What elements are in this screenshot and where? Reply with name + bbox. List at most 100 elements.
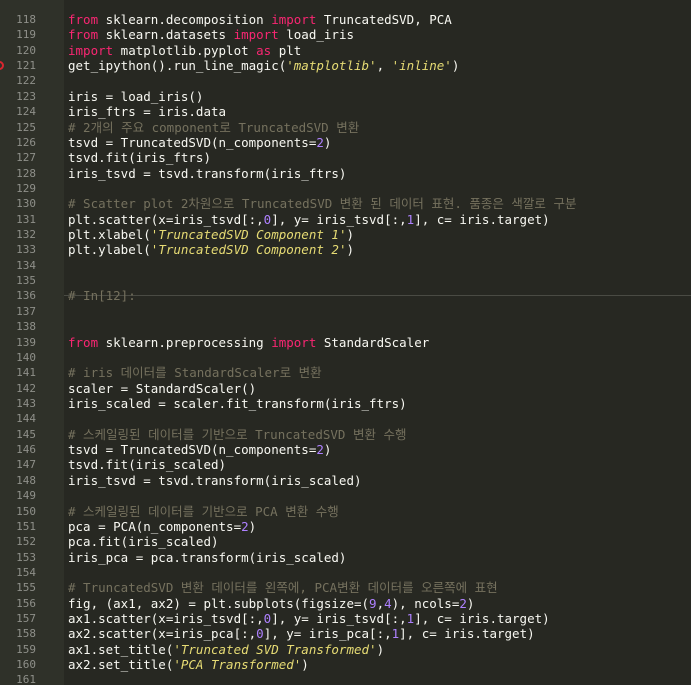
line-number: 158 bbox=[16, 627, 36, 641]
line-number: 148 bbox=[16, 473, 36, 487]
code-text[interactable]: pca.fit(iris_scaled) bbox=[68, 534, 219, 549]
code-line[interactable]: 144 bbox=[0, 411, 691, 426]
code-line[interactable]: 145 # 스케일링된 데이터를 기반으로 TruncatedSVD 변환 수행 bbox=[0, 427, 691, 442]
line-number: 126 bbox=[16, 135, 36, 149]
code-line[interactable]: 141 # iris 데이터를 StandardScaler로 변환 bbox=[0, 365, 691, 380]
code-lines[interactable]: 118 from sklearn.decomposition import Tru… bbox=[0, 12, 691, 685]
code-text[interactable]: from sklearn.decomposition import Trunca… bbox=[68, 12, 452, 27]
code-text[interactable]: # TruncatedSVD 변환 데이터를 왼쪽에, PCA변환 데이터를 오… bbox=[68, 580, 498, 595]
code-line[interactable]: 127 tsvd.fit(iris_ftrs) bbox=[0, 150, 691, 165]
code-token: # In[12]: bbox=[68, 288, 136, 304]
code-line[interactable]: 133 plt.ylabel('TruncatedSVD Component 2'… bbox=[0, 242, 691, 257]
code-line[interactable]: 142 scaler = StandardScaler() bbox=[0, 381, 691, 396]
code-text[interactable]: tsvd = TruncatedSVD(n_components=2) bbox=[68, 442, 331, 457]
code-token: iris_tsvd = tsvd.transform(iris_ftrs) bbox=[68, 165, 347, 181]
code-line[interactable]: 122 bbox=[0, 73, 691, 88]
code-text[interactable]: iris_ftrs = iris.data bbox=[68, 104, 226, 119]
code-line[interactable]: 130 # Scatter plot 2차원으로 TruncatedSVD 변환 … bbox=[0, 196, 691, 211]
code-line[interactable]: 126 tsvd = TruncatedSVD(n_components=2) bbox=[0, 135, 691, 150]
code-line[interactable]: 154 bbox=[0, 565, 691, 580]
code-token: 2 bbox=[316, 442, 324, 458]
code-text[interactable]: ax1.set_title('Truncated SVD Transformed… bbox=[68, 642, 384, 657]
code-text[interactable]: ax2.set_title('PCA Transformed') bbox=[68, 657, 309, 672]
code-line[interactable]: 118 from sklearn.decomposition import Tru… bbox=[0, 12, 691, 27]
line-number: 122 bbox=[16, 74, 36, 88]
code-token: ) bbox=[451, 58, 460, 74]
line-number: 121 bbox=[16, 59, 36, 73]
code-text[interactable]: # In[12]: bbox=[68, 288, 136, 303]
code-text[interactable]: ax2.scatter(x=iris_pca[:,0], y= iris_pca… bbox=[68, 626, 535, 641]
code-text[interactable]: plt.ylabel('TruncatedSVD Component 2') bbox=[68, 242, 354, 257]
code-text[interactable]: pca = PCA(n_components=2) bbox=[68, 519, 256, 534]
line-number: 137 bbox=[16, 304, 36, 318]
code-token: ) bbox=[248, 518, 257, 534]
code-text[interactable]: plt.xlabel('TruncatedSVD Component 1') bbox=[68, 227, 354, 242]
code-line[interactable]: 123 iris = load_iris() bbox=[0, 89, 691, 104]
code-line[interactable]: 139 from sklearn.preprocessing import Sta… bbox=[0, 335, 691, 350]
code-text[interactable]: # iris 데이터를 StandardScaler로 변환 bbox=[68, 365, 322, 380]
code-line[interactable]: 161 bbox=[0, 672, 691, 685]
code-line[interactable]: 136 # In[12]: bbox=[0, 288, 691, 303]
code-text[interactable]: from sklearn.datasets import load_iris bbox=[68, 27, 354, 42]
code-text[interactable]: # Scatter plot 2차원으로 TruncatedSVD 변환 된 데… bbox=[68, 196, 576, 211]
code-line[interactable]: 134 bbox=[0, 258, 691, 273]
code-line[interactable]: 128 iris_tsvd = tsvd.transform(iris_ftrs) bbox=[0, 166, 691, 181]
code-line[interactable]: 149 bbox=[0, 488, 691, 503]
code-text[interactable]: ax1.scatter(x=iris_tsvd[:,0], y= iris_ts… bbox=[68, 611, 550, 626]
code-line[interactable]: 143 iris_scaled = scaler.fit_transform(ir… bbox=[0, 396, 691, 411]
code-text[interactable]: iris_tsvd = tsvd.transform(iris_scaled) bbox=[68, 473, 362, 488]
code-line[interactable]: 120 import matplotlib.pyplot as plt bbox=[0, 43, 691, 58]
code-text[interactable]: tsvd = TruncatedSVD(n_components=2) bbox=[68, 135, 331, 150]
code-text[interactable]: tsvd.fit(iris_ftrs) bbox=[68, 150, 211, 165]
code-line[interactable]: 146 tsvd = TruncatedSVD(n_components=2) bbox=[0, 442, 691, 457]
code-line[interactable]: 135 bbox=[0, 273, 691, 288]
code-text[interactable]: iris = load_iris() bbox=[68, 89, 203, 104]
code-line[interactable]: 147 tsvd.fit(iris_scaled) bbox=[0, 457, 691, 472]
code-line[interactable]: 129 bbox=[0, 181, 691, 196]
code-text[interactable]: iris_scaled = scaler.fit_transform(iris_… bbox=[68, 396, 407, 411]
code-text[interactable]: from sklearn.preprocessing import Standa… bbox=[68, 335, 429, 350]
code-line[interactable]: 159 ax1.set_title('Truncated SVD Transfor… bbox=[0, 642, 691, 657]
code-token: plt bbox=[271, 42, 302, 58]
code-line[interactable]: 152 pca.fit(iris_scaled) bbox=[0, 534, 691, 549]
code-token: 'PCA Transformed' bbox=[173, 657, 302, 673]
code-token: 'TruncatedSVD Component 2' bbox=[150, 242, 347, 258]
code-line[interactable]: 125 # 2개의 주요 component로 TruncatedSVD 변환 bbox=[0, 120, 691, 135]
code-line[interactable]: 156 fig, (ax1, ax2) = plt.subplots(figsiz… bbox=[0, 596, 691, 611]
code-line[interactable]: 131 plt.scatter(x=iris_tsvd[:,0], y= iris… bbox=[0, 212, 691, 227]
code-text[interactable]: fig, (ax1, ax2) = plt.subplots(figsize=(… bbox=[68, 596, 474, 611]
code-line[interactable]: 121 get_ipython().run_line_magic('matplot… bbox=[0, 58, 691, 73]
code-line[interactable]: 137 bbox=[0, 304, 691, 319]
code-line[interactable]: 119 from sklearn.datasets import load_iri… bbox=[0, 27, 691, 42]
code-token: iris_scaled = scaler.fit_transform(iris_… bbox=[68, 395, 407, 411]
code-line[interactable]: 158 ax2.scatter(x=iris_pca[:,0], y= iris_… bbox=[0, 626, 691, 641]
line-number: 128 bbox=[16, 166, 36, 180]
line-number: 131 bbox=[16, 212, 36, 226]
code-line[interactable]: 153 iris_pca = pca.transform(iris_scaled) bbox=[0, 550, 691, 565]
code-token: from bbox=[68, 12, 99, 27]
code-text[interactable]: plt.scatter(x=iris_tsvd[:,0], y= iris_ts… bbox=[68, 212, 550, 227]
code-text[interactable]: # 스케일링된 데이터를 기반으로 TruncatedSVD 변환 수행 bbox=[68, 427, 407, 442]
code-text[interactable]: get_ipython().run_line_magic('matplotlib… bbox=[68, 58, 459, 73]
code-line[interactable]: 155 # TruncatedSVD 변환 데이터를 왼쪽에, PCA변환 데이터… bbox=[0, 580, 691, 595]
code-text[interactable]: # 2개의 주요 component로 TruncatedSVD 변환 bbox=[68, 120, 359, 135]
code-line[interactable]: 157 ax1.scatter(x=iris_tsvd[:,0], y= iris… bbox=[0, 611, 691, 626]
code-token: ax2.scatter(x=iris_pca[:, bbox=[68, 626, 257, 642]
line-number: 140 bbox=[16, 350, 36, 364]
code-line[interactable]: 160 ax2.set_title('PCA Transformed') bbox=[0, 657, 691, 672]
code-text[interactable]: tsvd.fit(iris_scaled) bbox=[68, 457, 226, 472]
code-editor[interactable]: 118 from sklearn.decomposition import Tru… bbox=[0, 0, 691, 685]
code-line[interactable]: 151 pca = PCA(n_components=2) bbox=[0, 519, 691, 534]
code-line[interactable]: 138 bbox=[0, 319, 691, 334]
code-line[interactable]: 132 plt.xlabel('TruncatedSVD Component 1'… bbox=[0, 227, 691, 242]
code-line[interactable]: 148 iris_tsvd = tsvd.transform(iris_scale… bbox=[0, 473, 691, 488]
code-line[interactable]: 150 # 스케일링된 데이터를 기반으로 PCA 변환 수행 bbox=[0, 504, 691, 519]
code-text[interactable]: import matplotlib.pyplot as plt bbox=[68, 43, 301, 58]
code-line[interactable]: 140 bbox=[0, 350, 691, 365]
code-text[interactable]: iris_tsvd = tsvd.transform(iris_ftrs) bbox=[68, 166, 346, 181]
code-text[interactable]: iris_pca = pca.transform(iris_scaled) bbox=[68, 550, 346, 565]
code-text[interactable]: # 스케일링된 데이터를 기반으로 PCA 변환 수행 bbox=[68, 504, 339, 519]
code-text[interactable]: scaler = StandardScaler() bbox=[68, 381, 256, 396]
code-line[interactable]: 124 iris_ftrs = iris.data bbox=[0, 104, 691, 119]
code-token: load_iris bbox=[278, 27, 354, 43]
